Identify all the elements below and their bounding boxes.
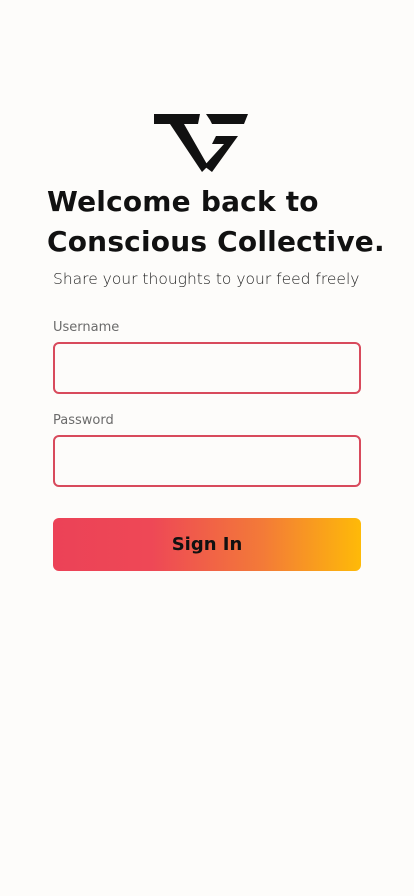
vg-logo-icon	[154, 114, 248, 172]
password-input[interactable]	[53, 435, 361, 487]
page-subtitle: Share your thoughts to your feed freely	[53, 270, 360, 288]
username-input[interactable]	[53, 342, 361, 394]
sign-in-button[interactable]: Sign In	[53, 518, 361, 571]
page-title-line-1: Welcome back to	[47, 185, 319, 218]
login-screen: Welcome back to Conscious Collective. Sh…	[0, 0, 414, 896]
password-label: Password	[53, 413, 114, 428]
page-title-line-2: Conscious Collective.	[47, 225, 385, 258]
page-title: Welcome back to Conscious Collective.	[47, 182, 387, 262]
username-label: Username	[53, 320, 120, 335]
